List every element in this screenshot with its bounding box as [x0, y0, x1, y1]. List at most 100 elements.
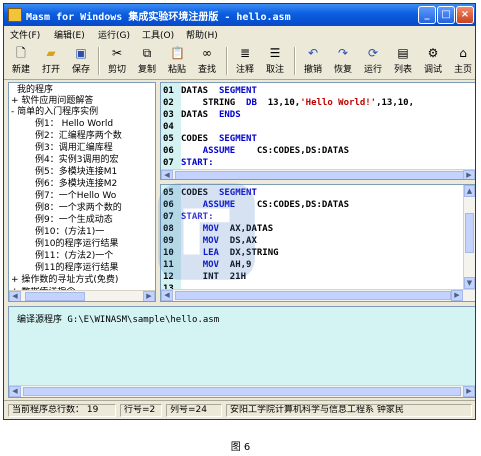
- cut-label: 剪切: [107, 65, 126, 75]
- menu-bar: 文件(F) 编辑(E) 运行(G) 工具(O) 帮助(H): [4, 26, 475, 42]
- status-organization: 安阳工学院计算机科学与信息工程系 钟家民: [226, 404, 472, 417]
- menu-tools[interactable]: 工具(O): [142, 28, 174, 41]
- code-token: START:: [181, 158, 214, 168]
- tree-item[interactable]: 例9：一个生成动态: [35, 215, 113, 226]
- menu-edit[interactable]: 编辑(E): [54, 28, 85, 41]
- tree-item[interactable]: 例8：一个求两个数的: [35, 203, 122, 214]
- scroll-left-arrow-icon[interactable]: ◀: [9, 386, 21, 397]
- menu-file[interactable]: 文件(F): [10, 28, 40, 41]
- save-label: 保存: [71, 65, 90, 75]
- tree-item[interactable]: 例10的程序运行结果: [35, 239, 118, 250]
- tree-item[interactable]: 我的程序: [17, 85, 53, 96]
- code-line[interactable]: 04: [163, 121, 181, 133]
- code-line[interactable]: 01 DATAS SEGMENT: [163, 85, 257, 97]
- uncomment-button[interactable]: ☰ 取注: [262, 45, 288, 77]
- debug-button[interactable]: ⚙ 调试: [420, 45, 446, 77]
- code-line[interactable]: 06 ASSUME CS:CODES,DS:DATAS: [163, 145, 349, 157]
- list-button[interactable]: ▤ 列表: [390, 45, 416, 77]
- binoculars-icon: ∞: [202, 46, 212, 60]
- code-token: STRING: [181, 98, 247, 108]
- build-output-panel[interactable]: 编译源程序 G:\E\WINASM\sample\hello.asm ◀ ▶: [8, 306, 475, 398]
- save-button[interactable]: ▣ 保存: [68, 45, 94, 77]
- code-line[interactable]: 05 CODES SEGMENT: [163, 133, 257, 145]
- watermark-logo-icon: [158, 183, 255, 280]
- tree-item[interactable]: 例6：多模块连接M2: [35, 179, 117, 190]
- copy-icon: ⧉: [142, 46, 152, 60]
- line-number: 03: [163, 110, 174, 120]
- home-button[interactable]: ⌂ 主页: [450, 45, 475, 77]
- menu-run[interactable]: 运行(G): [98, 28, 130, 41]
- tree-item[interactable]: 例4：实例3调用的宏: [35, 155, 118, 166]
- window-title: Masm for Windows 集成实验环境注册版 - hello.asm: [26, 12, 291, 23]
- save-icon: ▣: [75, 46, 87, 60]
- app-icon[interactable]: [8, 8, 22, 22]
- code-line[interactable]: 03 DATAS ENDS: [163, 109, 241, 121]
- scroll-left-arrow-icon[interactable]: ◀: [161, 290, 173, 301]
- tree-item[interactable]: 例10：(方法1)一: [35, 227, 104, 238]
- toolbar-separator: [226, 47, 228, 75]
- paste-icon: 📋: [170, 46, 185, 60]
- copy-button[interactable]: ⧉ 复制: [134, 45, 160, 77]
- output-horizontal-scrollbar[interactable]: ◀ ▶: [9, 385, 475, 397]
- undo-button[interactable]: ↶ 撤销: [300, 45, 326, 77]
- sample-tree[interactable]: 我的程序 + 软件应用问题解答 - 简单的入门程序实例 例1： Hello Wo…: [8, 82, 156, 302]
- line-number: 01: [163, 86, 174, 96]
- tree-item[interactable]: 例11：(方法2)一个: [35, 251, 113, 262]
- scroll-thumb[interactable]: [175, 291, 451, 300]
- maximize-button[interactable]: □: [437, 6, 455, 24]
- tree-item[interactable]: + 操作数的寻址方式(免费): [11, 275, 118, 286]
- scroll-right-arrow-icon[interactable]: ▶: [451, 290, 463, 301]
- line-number: 06: [163, 146, 174, 156]
- editor-vertical-scrollbar[interactable]: ▲ ▼: [463, 185, 475, 289]
- scroll-thumb[interactable]: [465, 213, 474, 253]
- cut-button[interactable]: ✂ 剪切: [104, 45, 130, 77]
- toolbar-separator: [98, 47, 100, 75]
- editor-horizontal-scrollbar[interactable]: ◀ ▶: [161, 289, 475, 301]
- title-bar[interactable]: Masm for Windows 集成实验环境注册版 - hello.asm _…: [4, 4, 475, 26]
- tree-horizontal-scrollbar[interactable]: ◀ ▶: [9, 290, 155, 301]
- tree-item[interactable]: 例11的程序运行结果: [35, 263, 118, 274]
- run-label: 运行: [363, 65, 382, 75]
- code-token: DB: [246, 98, 257, 108]
- run-button[interactable]: ⟳ 运行: [360, 45, 386, 77]
- code-editor-top[interactable]: 01 DATAS SEGMENT 02 STRING DB 13,10,'Hello…: [160, 82, 475, 180]
- list-icon: ▤: [397, 46, 409, 60]
- close-button[interactable]: ×: [456, 6, 474, 24]
- open-button[interactable]: ▰ 打开: [38, 45, 64, 77]
- scroll-up-arrow-icon[interactable]: ▲: [464, 185, 475, 197]
- home-label: 主页: [453, 65, 472, 75]
- open-folder-icon: ▰: [46, 46, 56, 60]
- tree-item[interactable]: 例1： Hello World: [35, 119, 113, 130]
- uncomment-label: 取注: [265, 65, 284, 75]
- tree-item[interactable]: + 软件应用问题解答: [11, 96, 93, 107]
- home-icon: ⌂: [459, 46, 467, 60]
- tree-item[interactable]: 例7：一个Hello Wo: [35, 191, 116, 202]
- scroll-right-arrow-icon[interactable]: ▶: [463, 170, 475, 179]
- code-token: DATAS: [181, 86, 219, 96]
- find-button[interactable]: ∞ 查找: [194, 45, 220, 77]
- comment-button[interactable]: ≣ 注释: [232, 45, 258, 77]
- uncomment-icon: ☰: [269, 46, 281, 60]
- code-token: CODES: [181, 134, 219, 144]
- paste-button[interactable]: 📋 粘贴: [164, 45, 190, 77]
- scroll-thumb[interactable]: [23, 387, 461, 396]
- scroll-left-arrow-icon[interactable]: ◀: [9, 291, 21, 301]
- tree-item[interactable]: - 简单的入门程序实例: [11, 107, 98, 118]
- tree-item[interactable]: 例2：汇编程序两个数: [35, 131, 122, 142]
- scroll-right-arrow-icon[interactable]: ▶: [143, 291, 155, 301]
- minimize-button[interactable]: _: [418, 6, 436, 24]
- scroll-down-arrow-icon[interactable]: ▼: [464, 277, 475, 289]
- paste-label: 粘贴: [167, 65, 186, 75]
- tree-item[interactable]: 例5：多模块连接M1: [35, 167, 117, 178]
- scroll-right-arrow-icon[interactable]: ▶: [463, 386, 475, 397]
- menu-help[interactable]: 帮助(H): [186, 28, 218, 41]
- code-line[interactable]: 07 START:: [163, 157, 214, 169]
- code-token: ASSUME: [202, 146, 236, 156]
- tree-item[interactable]: 例3：调用汇编库程: [35, 143, 113, 154]
- code-token: SEGMENT: [218, 134, 257, 144]
- code-line[interactable]: 02 STRING DB 13,10,'Hello World!',13,10,: [163, 97, 414, 109]
- scroll-thumb[interactable]: [25, 292, 85, 301]
- new-button[interactable]: 🗋 新建: [8, 45, 34, 77]
- redo-button[interactable]: ↷ 恢复: [330, 45, 356, 77]
